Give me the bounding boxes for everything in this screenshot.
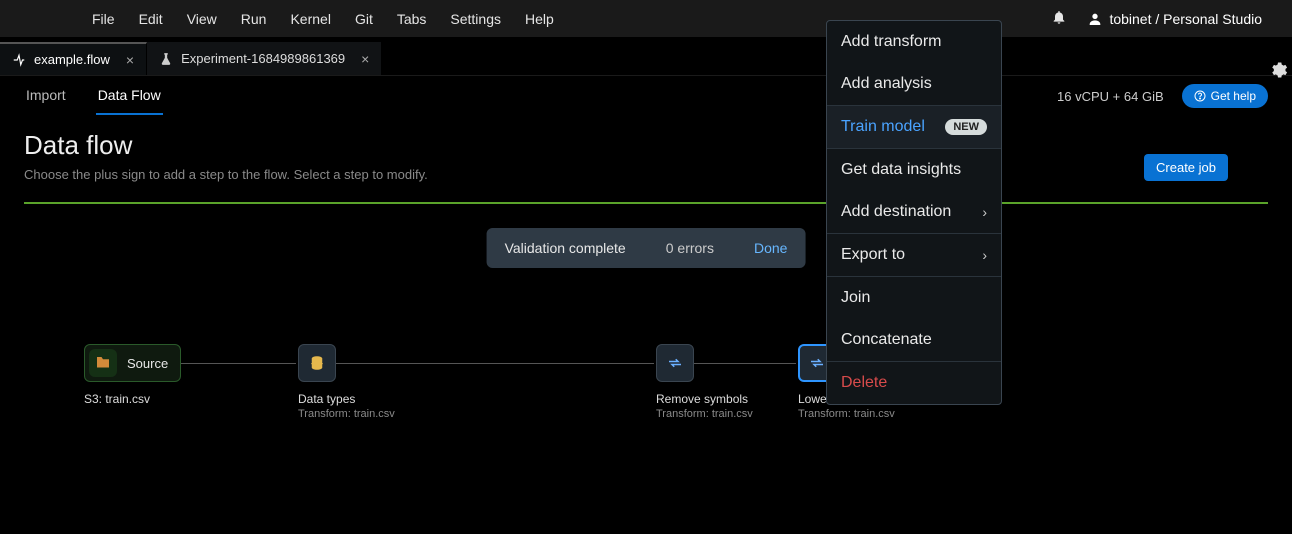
flow-node-source[interactable]: Source S3: train.csv: [84, 344, 181, 406]
menubar: File Edit View Run Kernel Git Tabs Setti…: [0, 0, 1292, 38]
ctx-export-to[interactable]: Export to ›: [827, 233, 1001, 276]
menu-run[interactable]: Run: [229, 5, 279, 33]
user-label: tobinet / Personal Studio: [1109, 11, 1262, 27]
database-icon: [298, 344, 336, 382]
flow-canvas[interactable]: Validation complete 0 errors Done Source…: [24, 202, 1268, 522]
node-subcaption: Transform: train.csv: [798, 408, 895, 420]
ctx-get-data-insights[interactable]: Get data insights: [827, 148, 1001, 191]
menu-tabs[interactable]: Tabs: [385, 5, 439, 33]
node-caption: S3: train.csv: [84, 392, 181, 406]
transform-icon: [656, 344, 694, 382]
node-subcaption: Transform: train.csv: [298, 408, 395, 420]
subnav: Import Data Flow: [24, 77, 163, 115]
file-tabbar: example.flow × Experiment-1684989861369 …: [0, 42, 1292, 76]
ctx-train-model[interactable]: Train model NEW: [827, 105, 1001, 148]
file-tab-label: Experiment-1684989861369: [181, 51, 345, 66]
settings-gear-icon[interactable]: [1268, 60, 1288, 83]
node-caption: Data types: [298, 392, 395, 406]
source-label: Source: [127, 356, 168, 371]
flow-edge: [164, 363, 296, 364]
create-job-button[interactable]: Create job: [1144, 154, 1228, 181]
menu-edit[interactable]: Edit: [127, 5, 175, 33]
ctx-concatenate[interactable]: Concatenate: [827, 319, 1001, 361]
file-tab-label: example.flow: [34, 52, 110, 67]
validation-toast: Validation complete 0 errors Done: [487, 228, 806, 268]
user-chip[interactable]: tobinet / Personal Studio: [1077, 5, 1272, 33]
node-context-menu: Add transform Add analysis Train model N…: [826, 20, 1002, 405]
menu-help[interactable]: Help: [513, 5, 566, 33]
flow-icon: [12, 53, 26, 67]
flow-node-datatypes[interactable]: Data types Transform: train.csv: [298, 344, 395, 420]
close-icon[interactable]: ×: [126, 52, 134, 68]
ctx-add-destination[interactable]: Add destination ›: [827, 191, 1001, 233]
ctx-join[interactable]: Join: [827, 276, 1001, 319]
validation-errors: 0 errors: [666, 240, 714, 256]
menu-kernel[interactable]: Kernel: [278, 5, 342, 33]
ctx-delete[interactable]: Delete: [827, 361, 1001, 404]
chevron-right-icon: ›: [982, 204, 987, 220]
subnav-row: Import Data Flow 16 vCPU + 64 GiB Get he…: [0, 76, 1292, 116]
flask-icon: [159, 52, 173, 66]
ctx-add-transform[interactable]: Add transform: [827, 21, 1001, 63]
page-title: Data flow: [24, 130, 1268, 161]
flow-graph: Source S3: train.csv Data types Transfor…: [54, 344, 1238, 464]
subnav-import[interactable]: Import: [24, 77, 68, 115]
node-subcaption: Transform: train.csv: [656, 408, 753, 420]
menu-view[interactable]: View: [175, 5, 229, 33]
ctx-add-analysis[interactable]: Add analysis: [827, 63, 1001, 105]
get-help-button[interactable]: Get help: [1182, 84, 1268, 108]
page-header: Data flow Choose the plus sign to add a …: [0, 116, 1292, 188]
chevron-right-icon: ›: [982, 247, 987, 263]
validation-done-button[interactable]: Done: [754, 240, 787, 256]
node-caption: Remove symbols: [656, 392, 753, 406]
page-description: Choose the plus sign to add a step to th…: [24, 167, 1268, 182]
file-tab-example-flow[interactable]: example.flow ×: [0, 42, 147, 75]
menu-settings[interactable]: Settings: [438, 5, 513, 33]
resource-text: 16 vCPU + 64 GiB: [1057, 89, 1164, 104]
help-icon: [1194, 90, 1206, 102]
notifications-icon[interactable]: [1041, 3, 1077, 34]
new-badge: NEW: [945, 119, 987, 135]
validation-status: Validation complete: [505, 240, 626, 256]
get-help-label: Get help: [1211, 89, 1256, 103]
user-icon: [1087, 11, 1103, 27]
subnav-data-flow[interactable]: Data Flow: [96, 77, 163, 115]
close-icon[interactable]: ×: [361, 51, 369, 67]
menu-file[interactable]: File: [80, 5, 127, 33]
file-tab-experiment[interactable]: Experiment-1684989861369 ×: [147, 42, 382, 75]
source-icon: [89, 349, 117, 377]
menu-git[interactable]: Git: [343, 5, 385, 33]
flow-node-remove-symbols[interactable]: Remove symbols Transform: train.csv: [656, 344, 753, 420]
